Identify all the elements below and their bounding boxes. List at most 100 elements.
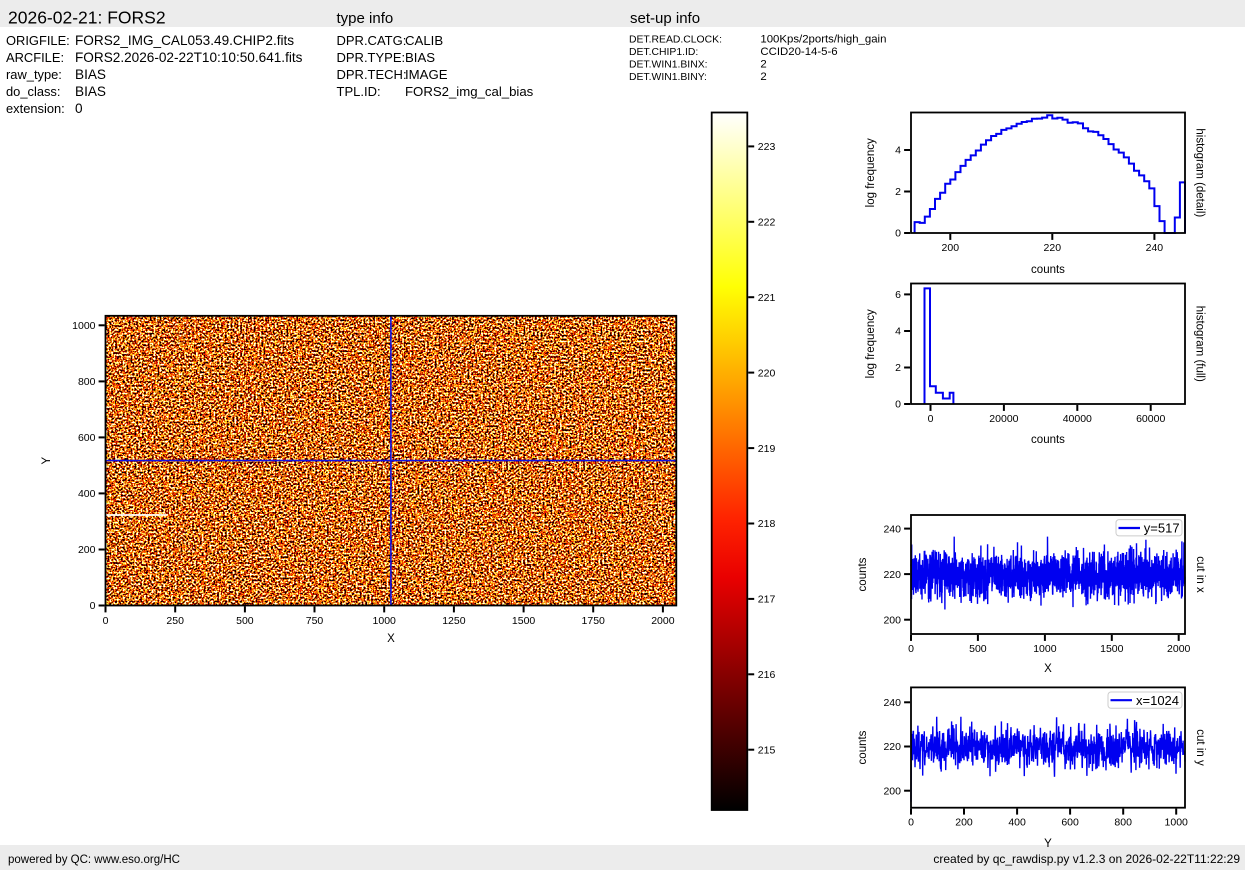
svg-text:400: 400 xyxy=(78,488,96,500)
svg-text:log frequency: log frequency xyxy=(865,138,877,207)
svg-text:100Kps/2ports/high_gain: 100Kps/2ports/high_gain xyxy=(760,34,886,46)
svg-text:216: 216 xyxy=(758,669,776,681)
svg-text:DPR.CATG:: DPR.CATG: xyxy=(337,33,407,48)
svg-text:set-up info: set-up info xyxy=(630,10,700,27)
svg-text:0: 0 xyxy=(928,413,934,425)
svg-text:600: 600 xyxy=(78,432,96,444)
svg-text:400: 400 xyxy=(1008,817,1026,829)
svg-text:FORS2_IMG_CAL053.49.CHIP2.fits: FORS2_IMG_CAL053.49.CHIP2.fits xyxy=(75,33,294,48)
svg-text:0: 0 xyxy=(75,101,83,116)
svg-text:DET.READ.CLOCK:: DET.READ.CLOCK: xyxy=(629,35,722,46)
svg-text:60000: 60000 xyxy=(1136,413,1165,425)
svg-text:217: 217 xyxy=(758,594,776,606)
svg-text:raw_type:: raw_type: xyxy=(6,67,62,82)
svg-text:221: 221 xyxy=(758,292,776,304)
svg-text:do_class:: do_class: xyxy=(6,84,60,99)
svg-text:IMAGE: IMAGE xyxy=(405,67,448,82)
svg-text:powered by QC: www.eso.org/HC: powered by QC: www.eso.org/HC xyxy=(8,854,180,866)
svg-text:2000: 2000 xyxy=(651,615,675,627)
svg-text:counts: counts xyxy=(857,557,869,591)
svg-text:1250: 1250 xyxy=(442,615,466,627)
svg-text:DET.WIN1.BINY:: DET.WIN1.BINY: xyxy=(629,72,707,83)
svg-text:600: 600 xyxy=(1061,817,1079,829)
svg-text:2: 2 xyxy=(895,186,901,198)
svg-text:1750: 1750 xyxy=(582,615,606,627)
svg-text:4: 4 xyxy=(895,326,901,338)
svg-text:2: 2 xyxy=(760,71,766,83)
svg-text:X: X xyxy=(387,633,395,645)
svg-text:2026-02-21: FORS2: 2026-02-21: FORS2 xyxy=(8,7,166,27)
svg-text:counts: counts xyxy=(857,730,869,764)
svg-text:240: 240 xyxy=(883,697,901,709)
svg-text:1000: 1000 xyxy=(373,615,397,627)
svg-text:cut in x: cut in x xyxy=(1194,556,1206,593)
svg-text:0: 0 xyxy=(103,615,109,627)
svg-text:BIAS: BIAS xyxy=(75,67,106,82)
svg-text:500: 500 xyxy=(969,643,987,655)
svg-text:200: 200 xyxy=(955,817,973,829)
svg-text:2: 2 xyxy=(895,362,901,374)
svg-text:2: 2 xyxy=(760,59,766,71)
svg-text:250: 250 xyxy=(166,615,184,627)
svg-text:log frequency: log frequency xyxy=(865,309,877,378)
svg-text:DPR.TECH:: DPR.TECH: xyxy=(337,67,407,82)
svg-text:223: 223 xyxy=(758,141,776,153)
svg-text:DET.WIN1.BINX:: DET.WIN1.BINX: xyxy=(629,60,708,71)
svg-text:0: 0 xyxy=(908,643,914,655)
svg-text:counts: counts xyxy=(1031,264,1065,276)
svg-text:500: 500 xyxy=(236,615,254,627)
svg-text:Y: Y xyxy=(41,456,53,464)
svg-text:220: 220 xyxy=(883,741,901,753)
svg-text:200: 200 xyxy=(78,544,96,556)
svg-text:histogram (detail): histogram (detail) xyxy=(1194,128,1206,217)
svg-text:1000: 1000 xyxy=(72,320,96,332)
svg-text:BIAS: BIAS xyxy=(405,50,435,65)
svg-text:4: 4 xyxy=(895,145,901,157)
svg-text:6: 6 xyxy=(895,289,901,301)
svg-text:extension:: extension: xyxy=(6,101,65,116)
svg-text:222: 222 xyxy=(758,217,776,229)
svg-text:200: 200 xyxy=(883,785,901,797)
svg-text:800: 800 xyxy=(1114,817,1132,829)
svg-text:220: 220 xyxy=(1044,242,1062,254)
svg-text:1500: 1500 xyxy=(512,615,536,627)
svg-text:2000: 2000 xyxy=(1167,643,1191,655)
svg-text:histogram (full): histogram (full) xyxy=(1194,306,1206,382)
svg-text:1000: 1000 xyxy=(1165,817,1189,829)
svg-text:FORS2_img_cal_bias: FORS2_img_cal_bias xyxy=(405,84,534,99)
svg-text:y=517: y=517 xyxy=(1144,521,1180,536)
svg-text:type info: type info xyxy=(337,10,394,27)
svg-text:1000: 1000 xyxy=(1033,643,1057,655)
svg-text:BIAS: BIAS xyxy=(75,84,106,99)
svg-text:x=1024: x=1024 xyxy=(1136,693,1179,708)
svg-text:200: 200 xyxy=(883,614,901,626)
svg-text:219: 219 xyxy=(758,443,776,455)
svg-text:1500: 1500 xyxy=(1100,643,1124,655)
svg-text:750: 750 xyxy=(306,615,324,627)
svg-text:CCID20-14-5-6: CCID20-14-5-6 xyxy=(760,46,837,58)
svg-text:800: 800 xyxy=(78,376,96,388)
svg-text:ARCFILE:: ARCFILE: xyxy=(6,50,64,65)
svg-text:CALIB: CALIB xyxy=(405,33,443,48)
svg-text:218: 218 xyxy=(758,518,776,530)
svg-text:240: 240 xyxy=(883,523,901,535)
svg-text:counts: counts xyxy=(1031,434,1065,446)
svg-text:40000: 40000 xyxy=(1063,413,1092,425)
svg-text:215: 215 xyxy=(758,744,776,756)
svg-text:DPR.TYPE:: DPR.TYPE: xyxy=(337,50,406,65)
svg-text:0: 0 xyxy=(895,228,901,240)
svg-text:ORIGFILE:: ORIGFILE: xyxy=(6,33,70,48)
svg-text:220: 220 xyxy=(758,367,776,379)
svg-text:TPL.ID:: TPL.ID: xyxy=(337,84,381,99)
svg-text:Y: Y xyxy=(1044,838,1052,850)
svg-text:0: 0 xyxy=(895,399,901,411)
svg-text:0: 0 xyxy=(90,600,96,612)
svg-text:DET.CHIP1.ID:: DET.CHIP1.ID: xyxy=(629,47,698,58)
svg-text:20000: 20000 xyxy=(989,413,1018,425)
svg-text:X: X xyxy=(1044,663,1052,675)
svg-text:created by qc_rawdisp.py v1.2.: created by qc_rawdisp.py v1.2.3 on 2026-… xyxy=(933,852,1240,866)
svg-text:220: 220 xyxy=(883,569,901,581)
svg-text:cut in y: cut in y xyxy=(1194,729,1206,766)
svg-text:240: 240 xyxy=(1146,242,1164,254)
svg-text:FORS2.2026-02-22T10:10:50.641.: FORS2.2026-02-22T10:10:50.641.fits xyxy=(75,50,303,65)
